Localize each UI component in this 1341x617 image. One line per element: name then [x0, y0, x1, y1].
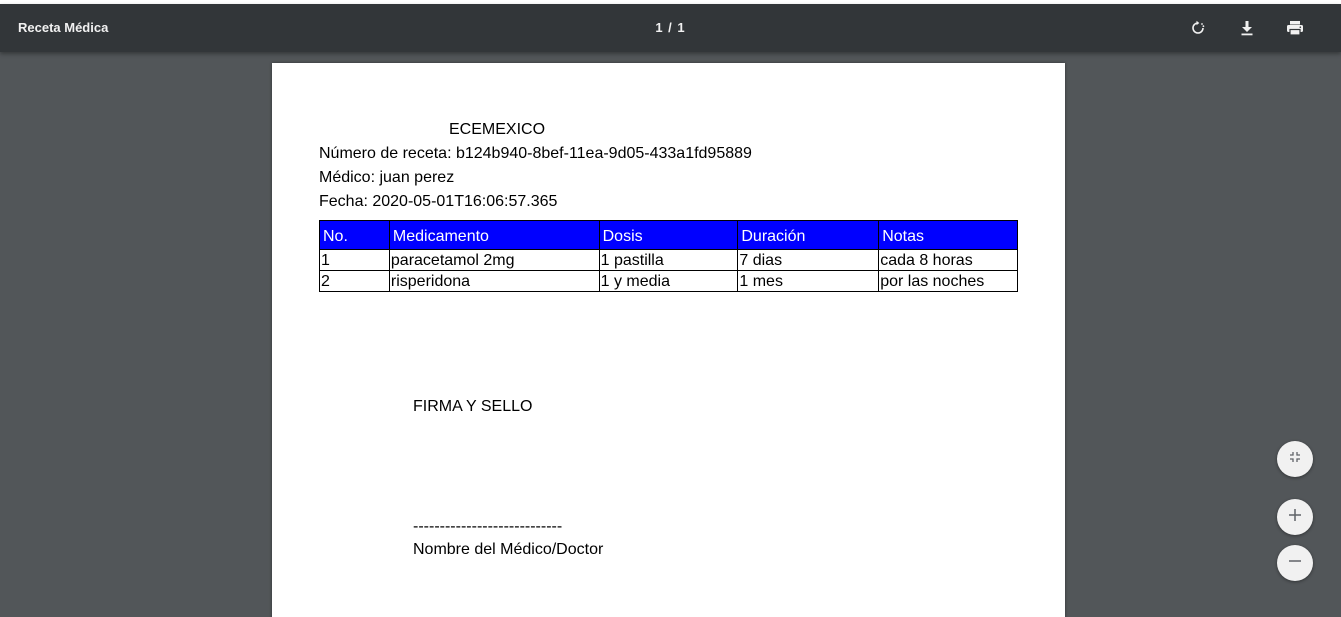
- table-cell-no: 1: [319, 249, 390, 271]
- column-header-no: No.: [319, 220, 390, 250]
- fit-to-page-button[interactable]: [1277, 441, 1313, 477]
- column-header-dosis: Dosis: [598, 220, 739, 250]
- column-header-medicamento: Medicamento: [388, 220, 600, 250]
- medication-table: No. Medicamento Dosis Duración Notas 1 p…: [319, 220, 1018, 292]
- signature-label: FIRMA Y SELLO: [413, 398, 533, 415]
- zoom-in-button[interactable]: [1277, 499, 1313, 535]
- table-cell-medicamento: risperidona: [388, 270, 600, 292]
- table-cell-duracion: 1 mes: [737, 270, 880, 292]
- table-cell-no: 2: [319, 270, 390, 292]
- page-indicator[interactable]: 1 / 1: [655, 20, 685, 35]
- print-button[interactable]: [1279, 12, 1311, 44]
- rotate-button[interactable]: [1182, 12, 1214, 44]
- signature-name: Nombre del Médico/Doctor: [413, 541, 604, 558]
- table-cell-dosis: 1 y media: [598, 270, 739, 292]
- table-header-row: No. Medicamento Dosis Duración Notas: [319, 220, 1018, 250]
- zoom-out-button[interactable]: [1277, 545, 1313, 581]
- clinic-heading: ECEMEXICO: [449, 121, 546, 138]
- pdf-viewer: Receta Médica 1 / 1 ECEMEXICO Número de …: [0, 0, 1341, 617]
- prescription-date: Fecha: 2020-05-01T16:06:57.365: [319, 193, 558, 210]
- zoom-in-icon: [1288, 508, 1302, 527]
- table-cell-dosis: 1 pastilla: [598, 249, 739, 271]
- print-icon: [1286, 20, 1304, 36]
- signature-line: ----------------------------: [413, 518, 563, 535]
- rotate-icon: [1190, 20, 1206, 36]
- table-cell-notas: por las noches: [878, 270, 1018, 292]
- table-cell-notas: cada 8 horas: [878, 249, 1018, 271]
- table-cell-medicamento: paracetamol 2mg: [388, 249, 600, 271]
- document-title: Receta Médica: [18, 20, 109, 35]
- fit-to-page-icon: [1289, 450, 1301, 468]
- receta-number: Número de receta: b124b940-8bef-11ea-9d0…: [319, 145, 752, 162]
- table-row: 2 risperidona 1 y media 1 mes por las no…: [319, 270, 1018, 292]
- pdf-page: ECEMEXICO Número de receta: b124b940-8be…: [272, 63, 1065, 617]
- download-button[interactable]: [1231, 12, 1263, 44]
- column-header-duracion: Duración: [737, 220, 880, 250]
- table-row: 1 paracetamol 2mg 1 pastilla 7 dias cada…: [319, 249, 1018, 271]
- table-cell-duracion: 7 dias: [737, 249, 880, 271]
- zoom-out-icon: [1288, 554, 1302, 573]
- download-icon: [1240, 20, 1254, 36]
- column-header-notas: Notas: [878, 220, 1018, 250]
- page-indicator-wrap: 1 / 1: [0, 20, 1341, 35]
- viewer-toolbar: Receta Médica 1 / 1: [0, 4, 1341, 52]
- doctor-name: Médico: juan perez: [319, 169, 455, 186]
